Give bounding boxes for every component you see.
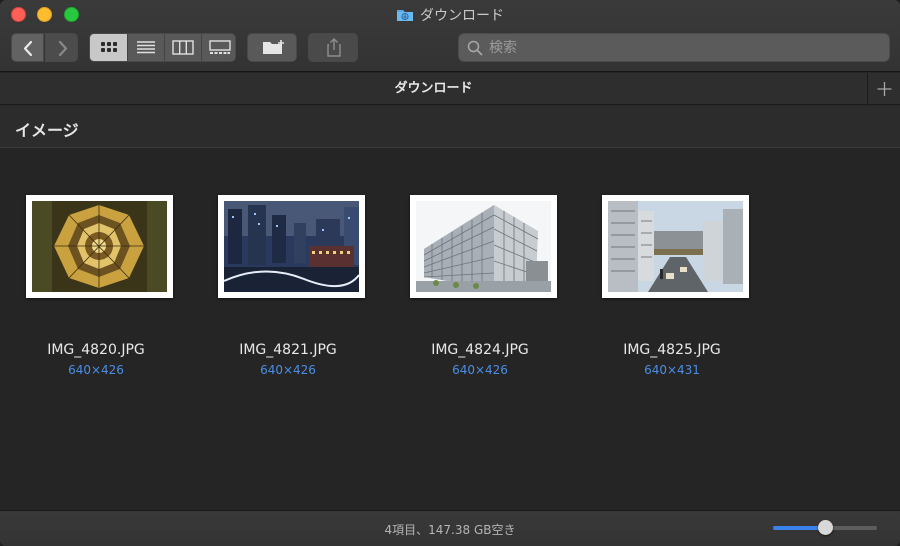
group-title: イメージ [15, 121, 79, 140]
image-thumbnail[interactable] [602, 195, 749, 298]
file-dimensions: 640×431 [644, 363, 700, 377]
downloads-folder-icon [396, 8, 414, 22]
chevron-right-icon [58, 40, 68, 57]
gallery-view-button[interactable] [202, 34, 235, 61]
group-header: イメージ [0, 106, 900, 148]
file-name: IMG_4821.JPG [239, 342, 337, 358]
search-field[interactable] [458, 33, 890, 62]
new-folder-icon [263, 40, 284, 54]
search-icon [467, 40, 483, 56]
tab-bar: ダウンロード [0, 73, 900, 105]
share-button[interactable] [308, 33, 358, 62]
status-bar: 4項目、147.38 GB空き [0, 510, 900, 546]
icon-size-slider-knob[interactable] [817, 520, 833, 535]
file-dimensions: 640×426 [260, 363, 316, 377]
building-photo-thumbnail [416, 201, 551, 292]
grid-icon [101, 42, 117, 52]
columns-icon [172, 40, 194, 55]
back-button[interactable] [11, 33, 44, 62]
dome-photo-thumbnail [32, 201, 167, 292]
street-photo-thumbnail [608, 201, 743, 292]
forward-button[interactable] [45, 33, 78, 62]
file-name: IMG_4824.JPG [431, 342, 529, 358]
window-title-text: ダウンロード [420, 8, 504, 24]
new-tab-button[interactable] [867, 73, 900, 105]
new-folder-button[interactable] [247, 33, 297, 62]
view-mode-selector [89, 33, 236, 62]
status-text: 4項目、147.38 GB空き [384, 523, 516, 537]
image-thumbnail[interactable] [26, 195, 173, 298]
list-icon [137, 41, 155, 54]
city-night-photo-thumbnail [224, 201, 359, 292]
file-name: IMG_4825.JPG [623, 342, 721, 358]
tab-downloads[interactable]: ダウンロード [0, 73, 867, 105]
file-name: IMG_4820.JPG [47, 342, 145, 358]
file-dimensions: 640×426 [68, 363, 124, 377]
finder-window: ダウンロード 検索 ダウンロード イメージ IMG_4820.JPG 640×4… [0, 0, 900, 546]
file-icon-grid: IMG_4820.JPG 640×426 IMG_4821.JPG 640×42… [0, 149, 900, 510]
image-thumbnail[interactable] [410, 195, 557, 298]
image-thumbnail[interactable] [218, 195, 365, 298]
icon-view-button[interactable] [90, 34, 128, 61]
list-view-button[interactable] [128, 34, 165, 61]
chevron-left-icon [23, 40, 33, 57]
window-title: ダウンロード [0, 5, 900, 25]
titlebar: ダウンロード [0, 0, 900, 72]
gallery-icon [209, 40, 231, 54]
icon-size-slider[interactable] [773, 520, 877, 535]
file-dimensions: 640×426 [452, 363, 508, 377]
column-view-button[interactable] [165, 34, 202, 61]
share-icon [327, 38, 341, 57]
search-input[interactable] [489, 37, 879, 59]
plus-icon [877, 82, 892, 96]
